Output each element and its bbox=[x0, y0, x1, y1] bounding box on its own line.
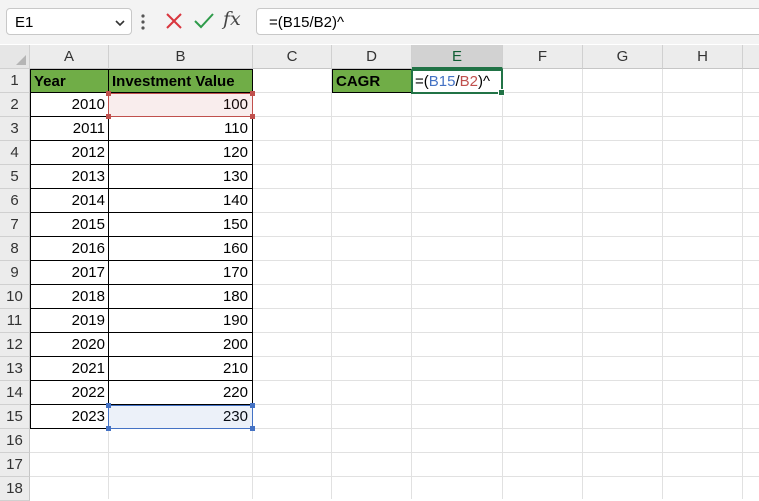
name-box-value: E1 bbox=[15, 14, 34, 31]
cell-a3[interactable]: 2011 bbox=[30, 117, 109, 141]
fill-handle[interactable] bbox=[498, 89, 505, 96]
row-header-18[interactable]: 18 bbox=[0, 477, 30, 501]
column-header-c[interactable]: C bbox=[253, 45, 332, 69]
formula-input[interactable]: =(B15/B2)^ bbox=[256, 8, 759, 35]
reference-handle[interactable] bbox=[250, 426, 255, 431]
cell-a15[interactable]: 2023 bbox=[30, 405, 109, 429]
gridline bbox=[30, 452, 759, 453]
row-header-12[interactable]: 12 bbox=[0, 333, 30, 357]
row-header-16[interactable]: 16 bbox=[0, 429, 30, 453]
cell-b4[interactable]: 120 bbox=[108, 141, 253, 165]
cell-e1-formula: =(B15/B2)^ bbox=[415, 70, 490, 93]
cell-b3[interactable]: 110 bbox=[108, 117, 253, 141]
cell-b12[interactable]: 200 bbox=[108, 333, 253, 357]
reference-handle[interactable] bbox=[106, 403, 111, 408]
reference-handle[interactable] bbox=[250, 403, 255, 408]
row-header-7[interactable]: 7 bbox=[0, 213, 30, 237]
formula-part: )^ bbox=[478, 73, 491, 90]
column-header-f[interactable]: F bbox=[503, 45, 583, 69]
cell-a12[interactable]: 2020 bbox=[30, 333, 109, 357]
formula-text: =(B15/B2)^ bbox=[269, 14, 344, 31]
row-header-11[interactable]: 11 bbox=[0, 309, 30, 333]
formula-bar: E1 fx =(B15/B2)^ bbox=[0, 0, 759, 44]
cell-b11[interactable]: 190 bbox=[108, 309, 253, 333]
cell-b7[interactable]: 150 bbox=[108, 213, 253, 237]
reference-handle[interactable] bbox=[106, 426, 111, 431]
reference-handle[interactable] bbox=[106, 91, 111, 96]
cancel-icon[interactable] bbox=[164, 11, 184, 31]
reference-handle[interactable] bbox=[250, 114, 255, 119]
chevron-down-icon[interactable] bbox=[115, 18, 125, 28]
cell-b5[interactable]: 130 bbox=[108, 165, 253, 189]
cell-a5[interactable]: 2013 bbox=[30, 165, 109, 189]
column-header-a[interactable]: A bbox=[30, 45, 109, 69]
cell-b1[interactable]: Investment Value bbox=[108, 69, 253, 93]
cell-a11[interactable]: 2019 bbox=[30, 309, 109, 333]
reference-highlight-b15 bbox=[108, 405, 253, 429]
enter-check-icon[interactable] bbox=[193, 11, 215, 31]
cell-b14[interactable]: 220 bbox=[108, 381, 253, 405]
row-header-6[interactable]: 6 bbox=[0, 189, 30, 213]
cell-d1[interactable]: CAGR bbox=[332, 69, 412, 93]
cell-a14[interactable]: 2022 bbox=[30, 381, 109, 405]
cell-a1[interactable]: Year bbox=[30, 69, 109, 93]
cell-a13[interactable]: 2021 bbox=[30, 357, 109, 381]
row-header-4[interactable]: 4 bbox=[0, 141, 30, 165]
formula-part: =( bbox=[415, 73, 429, 90]
insert-function-icon[interactable]: fx bbox=[223, 8, 241, 30]
cell-b6[interactable]: 140 bbox=[108, 189, 253, 213]
cell-a4[interactable]: 2012 bbox=[30, 141, 109, 165]
column-header-next[interactable] bbox=[743, 45, 759, 69]
row-header-3[interactable]: 3 bbox=[0, 117, 30, 141]
row-header-13[interactable]: 13 bbox=[0, 357, 30, 381]
reference-handle[interactable] bbox=[250, 91, 255, 96]
reference-highlight-b2 bbox=[108, 93, 253, 117]
cell-b13[interactable]: 210 bbox=[108, 357, 253, 381]
column-header-g[interactable]: G bbox=[583, 45, 663, 69]
column-header-b[interactable]: B bbox=[109, 45, 253, 69]
row-header-8[interactable]: 8 bbox=[0, 237, 30, 261]
formula-ref-b2: B2 bbox=[459, 73, 478, 90]
row-header-10[interactable]: 10 bbox=[0, 285, 30, 309]
cell-a7[interactable]: 2015 bbox=[30, 213, 109, 237]
select-all-corner[interactable] bbox=[0, 45, 30, 69]
reference-handle[interactable] bbox=[106, 114, 111, 119]
row-header-1[interactable]: 1 bbox=[0, 69, 30, 93]
cell-b8[interactable]: 160 bbox=[108, 237, 253, 261]
row-header-2[interactable]: 2 bbox=[0, 93, 30, 117]
cell-a10[interactable]: 2018 bbox=[30, 285, 109, 309]
gridline bbox=[30, 476, 759, 477]
column-header-e[interactable]: E bbox=[412, 45, 503, 69]
row-header-9[interactable]: 9 bbox=[0, 261, 30, 285]
column-header-h[interactable]: H bbox=[663, 45, 743, 69]
cell-b9[interactable]: 170 bbox=[108, 261, 253, 285]
cell-a8[interactable]: 2016 bbox=[30, 237, 109, 261]
cell-a2[interactable]: 2010 bbox=[30, 93, 109, 117]
row-header-5[interactable]: 5 bbox=[0, 165, 30, 189]
column-header-d[interactable]: D bbox=[332, 45, 412, 69]
row-header-17[interactable]: 17 bbox=[0, 453, 30, 477]
row-header-15[interactable]: 15 bbox=[0, 405, 30, 429]
row-header-14[interactable]: 14 bbox=[0, 381, 30, 405]
cell-a9[interactable]: 2017 bbox=[30, 261, 109, 285]
name-box[interactable]: E1 bbox=[6, 8, 132, 35]
cell-b10[interactable]: 180 bbox=[108, 285, 253, 309]
formula-ref-b15: B15 bbox=[428, 73, 456, 90]
more-options-icon[interactable] bbox=[141, 13, 145, 31]
cell-a6[interactable]: 2014 bbox=[30, 189, 109, 213]
